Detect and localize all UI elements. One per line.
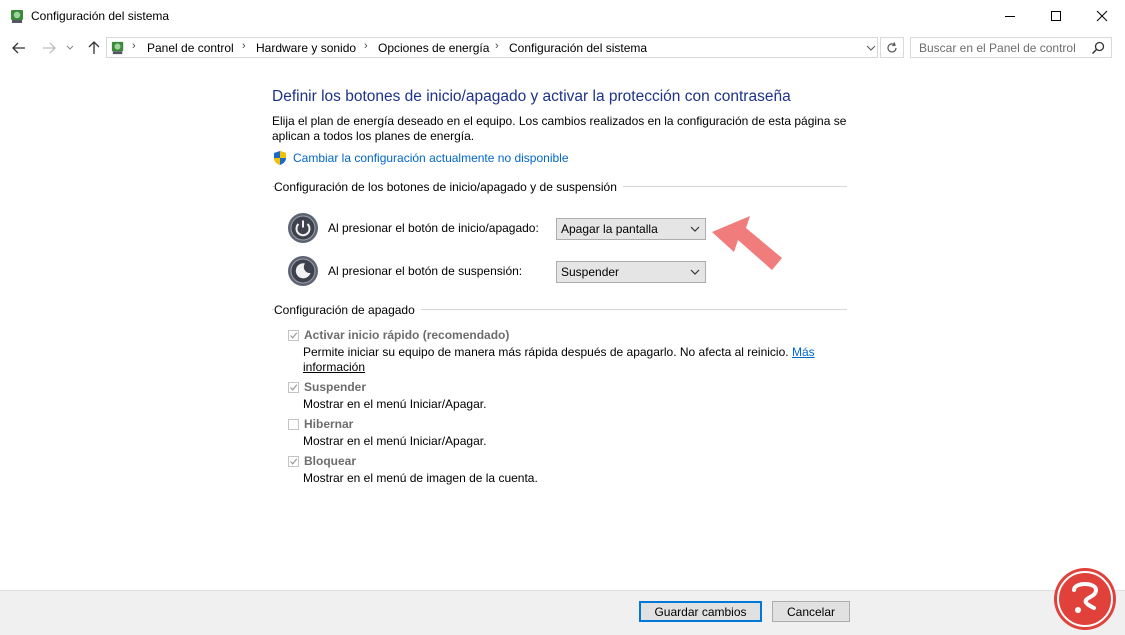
minimize-icon bbox=[1005, 16, 1015, 17]
lock-checkbox[interactable] bbox=[288, 456, 299, 467]
lock-option-description: Mostrar en el menú de imagen de la cuent… bbox=[303, 471, 538, 485]
breadcrumb-opciones-de-energia[interactable]: Opciones de energía bbox=[378, 41, 489, 55]
forward-arrow-icon bbox=[43, 42, 56, 54]
maximize-button[interactable] bbox=[1033, 0, 1079, 32]
shutdown-section-title: Configuración de apagado bbox=[274, 303, 421, 317]
chevron-right-icon[interactable]: › bbox=[132, 40, 136, 52]
back-arrow-icon bbox=[12, 42, 25, 54]
page-description: Elija el plan de energía deseado en el e… bbox=[272, 114, 847, 143]
sleep-button-action-value: Suspender bbox=[561, 265, 620, 279]
breadcrumb-configuracion-del-sistema[interactable]: Configuración del sistema bbox=[509, 41, 647, 55]
power-button-action-value: Apagar la pantalla bbox=[561, 222, 658, 236]
hibernate-option-label: Hibernar bbox=[304, 417, 354, 431]
annotation-arrow-icon bbox=[712, 216, 782, 270]
checkmark-icon bbox=[290, 384, 298, 391]
footer-bar bbox=[0, 590, 1125, 635]
chevron-right-icon[interactable]: › bbox=[364, 40, 368, 52]
control-panel-icon bbox=[11, 10, 23, 23]
sleep-button-action-select[interactable]: Suspender bbox=[556, 261, 706, 283]
breadcrumb-hardware-y-sonido[interactable]: Hardware y sonido bbox=[256, 41, 356, 55]
breadcrumb-panel-de-control[interactable]: Panel de control bbox=[147, 41, 234, 55]
search-placeholder: Buscar en el Panel de control bbox=[919, 41, 1076, 55]
fast-startup-label: Activar inicio rápido (recomendado) bbox=[304, 328, 510, 342]
chevron-down-icon bbox=[866, 45, 876, 51]
more-info-link[interactable]: Más bbox=[792, 345, 815, 359]
watermark-logo-icon bbox=[1054, 568, 1116, 630]
power-button-action-select[interactable]: Apagar la pantalla bbox=[556, 218, 706, 240]
checkmark-icon bbox=[290, 332, 298, 339]
search-icon[interactable] bbox=[1090, 40, 1106, 56]
power-button-icon bbox=[288, 213, 318, 243]
minimize-button[interactable] bbox=[987, 0, 1033, 32]
cancel-button[interactable]: Cancelar bbox=[772, 601, 850, 622]
hibernate-option-description: Mostrar en el menú Iniciar/Apagar. bbox=[303, 434, 487, 448]
hibernate-checkbox[interactable] bbox=[288, 419, 299, 430]
close-button[interactable] bbox=[1079, 0, 1125, 32]
fast-startup-description: Permite iniciar su equipo de manera más … bbox=[303, 345, 815, 360]
refresh-icon bbox=[887, 41, 897, 52]
sleep-option-description: Mostrar en el menú Iniciar/Apagar. bbox=[303, 397, 487, 411]
more-info-link[interactable]: información bbox=[303, 360, 365, 375]
forward-button[interactable] bbox=[38, 38, 60, 58]
chevron-down-icon bbox=[690, 226, 700, 232]
refresh-button[interactable] bbox=[880, 37, 904, 58]
chevron-right-icon[interactable]: › bbox=[242, 40, 246, 52]
back-button[interactable] bbox=[8, 38, 30, 58]
window-title: Configuración del sistema bbox=[31, 9, 170, 23]
change-unavailable-settings-link[interactable]: Cambiar la configuración actualmente no … bbox=[293, 151, 569, 165]
sleep-checkbox[interactable] bbox=[288, 382, 299, 393]
sleep-button-icon bbox=[288, 256, 318, 286]
address-history-button[interactable] bbox=[864, 38, 878, 57]
up-button[interactable] bbox=[83, 38, 105, 58]
close-icon bbox=[1096, 10, 1108, 22]
recent-locations-button[interactable] bbox=[62, 38, 78, 58]
chevron-down-icon bbox=[66, 45, 74, 50]
fast-startup-checkbox[interactable] bbox=[288, 330, 299, 341]
checkmark-icon bbox=[290, 458, 298, 465]
sleep-option-label: Suspender bbox=[304, 380, 367, 394]
up-arrow-icon bbox=[88, 41, 100, 54]
maximize-icon bbox=[1051, 11, 1061, 21]
page-title: Definir los botones de inicio/apagado y … bbox=[272, 88, 791, 105]
fast-startup-desc-text: Permite iniciar su equipo de manera más … bbox=[303, 345, 789, 359]
lock-option-label: Bloquear bbox=[304, 454, 357, 468]
chevron-down-icon bbox=[690, 269, 700, 275]
chevron-right-icon[interactable]: › bbox=[495, 40, 499, 52]
sleep-button-label: Al presionar el botón de suspensión: bbox=[328, 264, 523, 278]
power-buttons-section-title: Configuración de los botones de inicio/a… bbox=[274, 180, 623, 194]
uac-shield-icon bbox=[274, 151, 286, 165]
save-changes-button[interactable]: Guardar cambios bbox=[639, 601, 762, 622]
power-button-label: Al presionar el botón de inicio/apagado: bbox=[328, 221, 539, 235]
control-panel-icon bbox=[111, 41, 124, 55]
